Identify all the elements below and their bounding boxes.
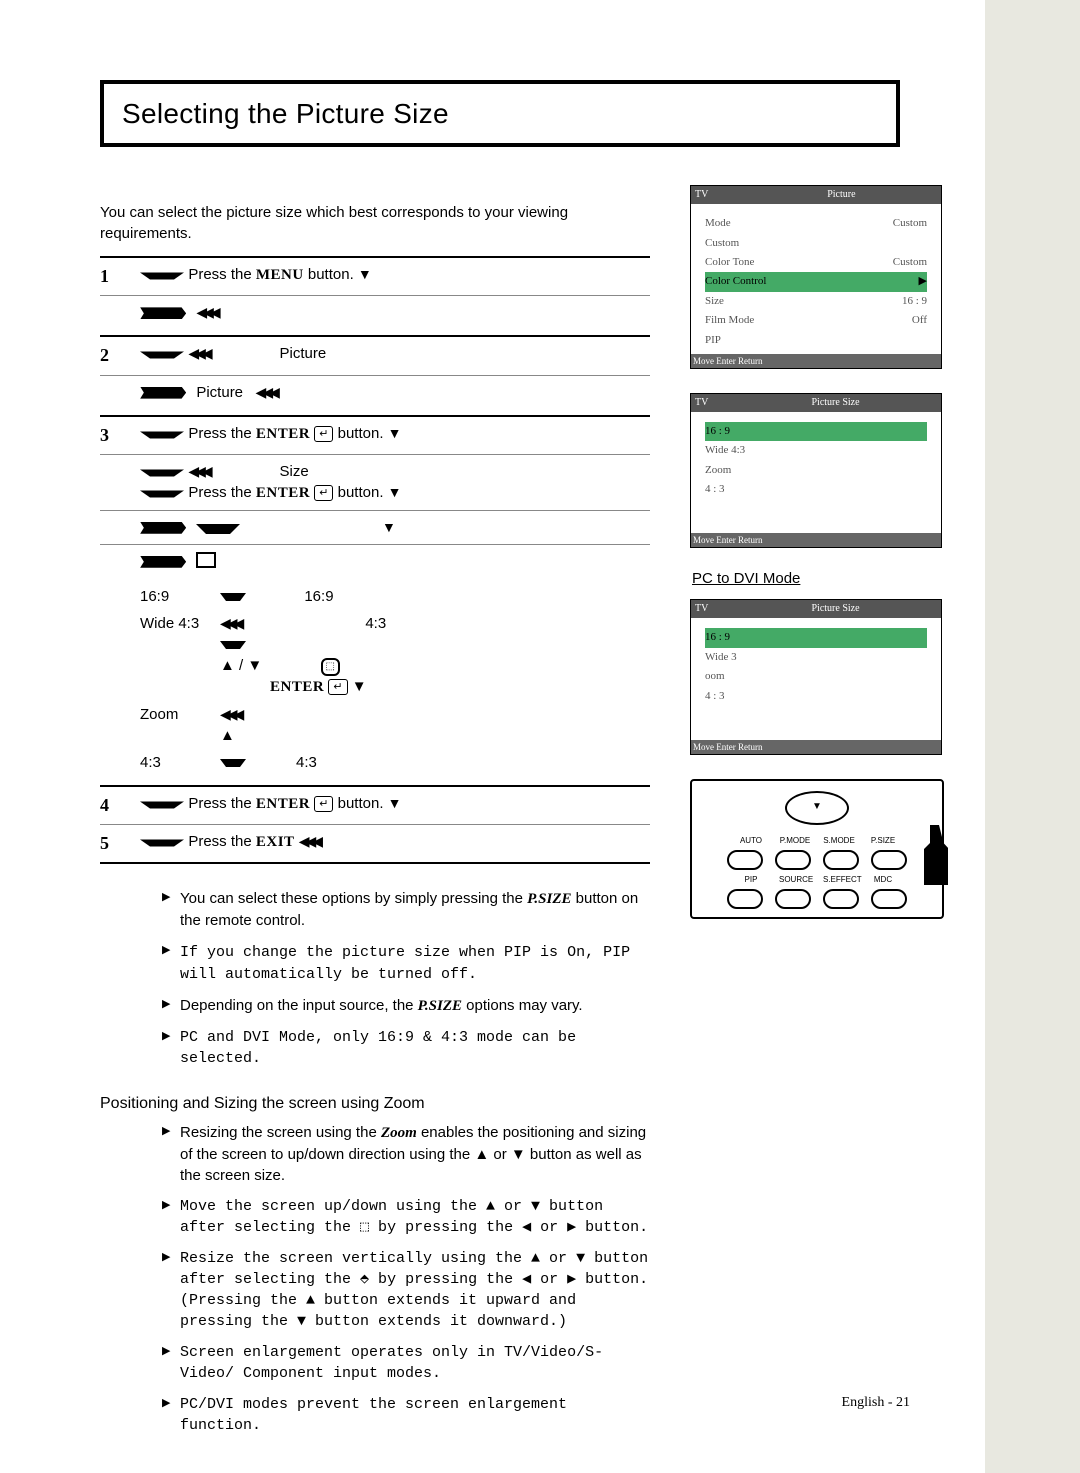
notes-block-a: ▶You can select these options by simply … [162, 888, 650, 1069]
press-icon [140, 469, 184, 476]
result-icon [140, 307, 186, 319]
remote-control: AUTO P.MODE S.MODE P.SIZE PIP SOURCE S.E… [690, 779, 944, 919]
press-icon [140, 801, 184, 808]
enter-key: ENTER [256, 426, 310, 442]
note-text: You can select these options by simply p… [180, 888, 650, 931]
enter-icon [314, 426, 333, 442]
remote-button[interactable] [727, 889, 763, 909]
exit-key: EXIT [256, 834, 295, 850]
press-icon [196, 524, 240, 534]
arrow-icon [188, 344, 208, 364]
note-text: Resize the screen vertically using the ▲… [180, 1248, 650, 1332]
notes-block-b: ▶Resizing the screen using the Zoom enab… [162, 1122, 650, 1436]
remote-button[interactable] [775, 850, 811, 870]
osd-panel-picture: TVPicture ModeCustom Custom Color ToneCu… [690, 185, 942, 369]
step-1: 1 Press the MENU button. [100, 256, 650, 335]
press-icon [140, 273, 184, 280]
note-text: PC and DVI Mode, only 16:9 & 4:3 mode ca… [180, 1027, 650, 1069]
enter-icon [314, 796, 333, 812]
mode-label: PC to DVI Mode [692, 568, 990, 589]
page-footer: English - 21 [842, 1393, 910, 1413]
step-number: 5 [100, 831, 136, 856]
step-number: 4 [100, 793, 136, 818]
result-icon [140, 387, 186, 399]
result-icon [140, 522, 186, 534]
option-text: 16:9 [220, 586, 580, 607]
press-icon [140, 352, 184, 359]
result-arrow-icon [256, 383, 276, 403]
remote-button[interactable] [727, 850, 763, 870]
bullet-icon: ▶ [162, 1196, 180, 1238]
result-arrow-icon [196, 303, 216, 323]
display-icon [196, 552, 216, 568]
remote-button[interactable] [823, 850, 859, 870]
step-3: 3 Press the ENTER button. ▼ Size [100, 415, 650, 785]
note-text: Screen enlargement operates only in TV/V… [180, 1342, 650, 1384]
bullet-icon: ▶ [162, 1122, 180, 1186]
step-number: 2 [100, 343, 136, 368]
note-text: Resizing the screen using the Zoom enabl… [180, 1122, 650, 1186]
osd-panel-size: TVPicture Size 16 : 9 Wide 4:3 Zoom 4 : … [690, 393, 942, 549]
note-text: If you change the picture size when PIP … [180, 941, 650, 985]
option-key: Zoom [140, 704, 220, 725]
remote-button-psize[interactable] [871, 850, 907, 870]
option-text: ▲ [220, 704, 580, 746]
bullet-icon: ▶ [162, 941, 180, 985]
intro-text: You can select the picture size which be… [100, 202, 620, 244]
step-2: 2 Picture Picture [100, 335, 650, 414]
dpad-icon [785, 791, 849, 825]
note-text: PC/DVI modes prevent the screen enlargem… [180, 1394, 650, 1436]
enter-icon [314, 485, 333, 501]
option-key: Wide 4:3 [140, 613, 220, 634]
option-key: 4:3 [140, 752, 220, 773]
bullet-icon: ▶ [162, 1394, 180, 1436]
page-title: Selecting the Picture Size [100, 80, 900, 147]
press-icon [140, 431, 184, 438]
enter-key: ENTER [256, 796, 310, 812]
arrow-icon [299, 832, 319, 852]
zoom-subhead: Positioning and Sizing the screen using … [100, 1093, 650, 1115]
menu-key: MENU [256, 267, 304, 283]
option-text: 4:3▲ / ▼ ⬚ ENTER ▼ [220, 613, 580, 698]
step-4: 4 Press the ENTER button. ▼ 5 Press the … [100, 785, 650, 864]
remote-button[interactable] [775, 889, 811, 909]
bullet-icon: ▶ [162, 1342, 180, 1384]
step-number: 3 [100, 423, 136, 448]
down-icon [358, 265, 368, 285]
bullet-icon: ▶ [162, 1248, 180, 1332]
remote-button[interactable] [823, 889, 859, 909]
option-key: 16:9 [140, 586, 220, 607]
step-number: 1 [100, 264, 136, 289]
enter-key: ENTER [256, 485, 310, 501]
bullet-icon: ▶ [162, 888, 180, 931]
note-text: Move the screen up/down using the ▲ or ▼… [180, 1196, 650, 1238]
bullet-icon: ▶ [162, 1027, 180, 1069]
arrow-icon [188, 462, 208, 482]
osd-panel-size-pcdvi: TVPicture Size 16 : 9 Wide 3 oom 4 : 3 M… [690, 599, 942, 755]
bullet-icon: ▶ [162, 995, 180, 1017]
option-text: 4:3 [220, 752, 580, 773]
press-icon [140, 839, 184, 846]
remote-button[interactable] [871, 889, 907, 909]
note-text: Depending on the input source, the P.SIZ… [180, 995, 650, 1017]
press-icon [140, 490, 184, 497]
result-icon [140, 556, 186, 568]
